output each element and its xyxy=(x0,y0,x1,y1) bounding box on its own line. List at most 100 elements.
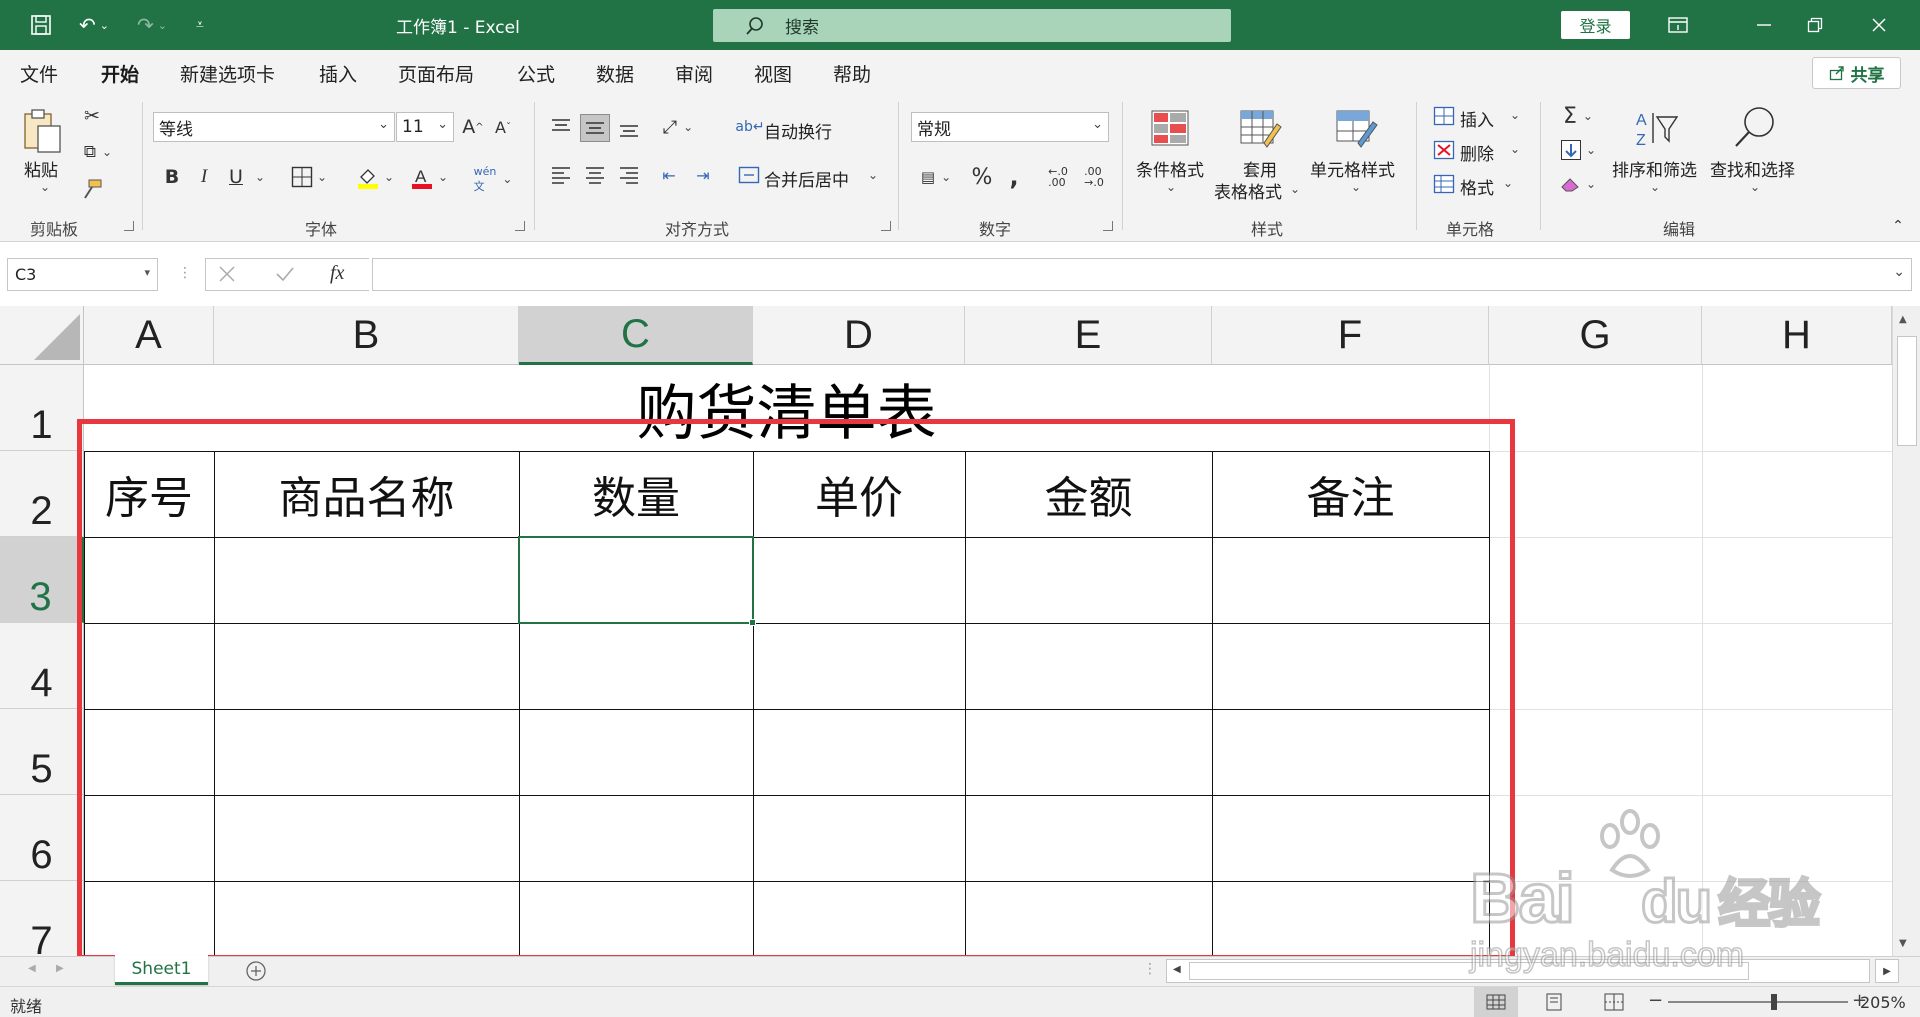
minimize-icon[interactable] xyxy=(1741,8,1787,42)
horizontal-scrollbar[interactable]: ◀ xyxy=(1166,959,1870,983)
number-format-select[interactable]: 常规 ⌄ xyxy=(911,112,1109,142)
align-center-icon[interactable] xyxy=(582,162,608,188)
column-header-d[interactable]: D xyxy=(753,306,965,365)
sheet-tab-sheet1[interactable]: Sheet1 xyxy=(115,955,208,985)
find-select-label[interactable]: 查找和选择 xyxy=(1710,156,1795,181)
zoom-slider[interactable] xyxy=(1668,1001,1848,1003)
page-layout-view-icon[interactable] xyxy=(1534,987,1574,1017)
wrap-text-icon[interactable]: ab↵ xyxy=(735,112,764,142)
underline-dropdown-icon[interactable]: ⌄ xyxy=(250,162,270,192)
scroll-left-icon[interactable]: ◀ xyxy=(1173,964,1181,975)
normal-view-icon[interactable] xyxy=(1474,987,1518,1017)
formula-input[interactable]: ⌄ xyxy=(372,258,1912,291)
row-header-1[interactable]: 1 xyxy=(0,365,84,451)
vertical-scroll-thumb[interactable] xyxy=(1897,336,1917,446)
enter-icon[interactable] xyxy=(275,265,295,283)
prev-sheet-icon[interactable]: ◀ xyxy=(28,963,36,974)
increase-decimal-icon[interactable]: ←.0.00 xyxy=(1044,162,1072,192)
format-painter-icon[interactable] xyxy=(78,176,104,202)
row-header-6[interactable]: 6 xyxy=(0,795,84,881)
row-header-5[interactable]: 5 xyxy=(0,709,84,795)
font-size-select[interactable]: 11 ⌄ xyxy=(396,112,454,142)
tab-splitter-icon[interactable]: ⋮ xyxy=(1143,961,1157,977)
tab-review[interactable]: 审阅 xyxy=(675,60,713,87)
tab-help[interactable]: 帮助 xyxy=(833,60,871,87)
clear-icon[interactable]: ⌄ xyxy=(1556,170,1600,198)
vertical-scrollbar[interactable]: ▲ ▼ xyxy=(1892,306,1920,956)
orientation-icon[interactable]: ⤢ ⌄ xyxy=(654,112,702,142)
cell-styles-label[interactable]: 单元格样式 xyxy=(1310,156,1395,181)
font-launcher-icon[interactable] xyxy=(515,221,525,231)
tab-home[interactable]: 开始 xyxy=(101,60,140,97)
comma-style-icon[interactable]: , xyxy=(1004,162,1024,192)
row-header-7[interactable]: 7 xyxy=(0,881,84,956)
next-sheet-icon[interactable]: ▶ xyxy=(56,963,64,974)
align-middle-icon[interactable] xyxy=(580,114,610,142)
cell-styles-icon[interactable] xyxy=(1334,108,1380,150)
search-box[interactable]: 搜索 xyxy=(713,9,1231,42)
phonetic-icon[interactable]: wén 文 ⌄ xyxy=(470,164,516,194)
insert-function-icon[interactable]: fx xyxy=(330,262,344,285)
format-table-dropdown-icon[interactable]: ⌄ xyxy=(1290,182,1300,196)
borders-icon[interactable]: ⌄ xyxy=(286,162,332,192)
cancel-icon[interactable] xyxy=(218,265,236,283)
redo-icon[interactable]: ↷ ⌄ xyxy=(128,10,176,40)
column-header-h[interactable]: H xyxy=(1702,306,1892,365)
horizontal-scroll-thumb[interactable] xyxy=(1189,962,1749,980)
find-select-icon[interactable] xyxy=(1730,104,1780,150)
font-name-select[interactable]: 等线 ⌄ xyxy=(153,112,395,142)
undo-icon[interactable]: ↶ ⌄ xyxy=(70,10,118,40)
new-sheet-icon[interactable] xyxy=(245,960,267,982)
format-as-table-label-2[interactable]: 表格格式 xyxy=(1214,178,1282,203)
italic-button[interactable]: I xyxy=(192,162,216,192)
column-header-f[interactable]: F xyxy=(1212,306,1489,365)
column-header-c[interactable]: C xyxy=(519,306,753,365)
sort-filter-icon[interactable]: AZ xyxy=(1632,106,1680,150)
align-right-icon[interactable] xyxy=(616,162,642,188)
insert-cells-icon[interactable] xyxy=(1432,104,1456,128)
increase-font-icon[interactable]: A ^ xyxy=(460,112,486,142)
decrease-indent-icon[interactable]: ⇤ xyxy=(656,162,682,188)
align-top-icon[interactable] xyxy=(548,114,574,140)
cut-icon[interactable]: ✂ xyxy=(80,104,104,128)
delete-cells-icon[interactable] xyxy=(1432,138,1456,162)
restore-icon[interactable] xyxy=(1792,8,1838,42)
share-button[interactable]: 共享 xyxy=(1812,57,1901,89)
bold-button[interactable]: B xyxy=(160,162,184,192)
column-header-b[interactable]: B xyxy=(214,306,519,365)
scroll-down-icon[interactable]: ▼ xyxy=(1899,938,1907,949)
insert-cells-label[interactable]: 插入 xyxy=(1460,106,1494,131)
font-color-icon[interactable]: A ⌄ xyxy=(406,162,452,192)
column-header-a[interactable]: A xyxy=(84,306,214,365)
copy-icon[interactable]: ⧉ ⌄ xyxy=(76,140,120,164)
clipboard-launcher-icon[interactable] xyxy=(124,221,134,231)
format-cells-icon[interactable] xyxy=(1432,172,1456,196)
autosum-icon[interactable]: Σ ⌄ xyxy=(1556,102,1600,130)
row-header-2[interactable]: 2 xyxy=(0,451,84,537)
merge-dropdown-icon[interactable]: ⌄ xyxy=(868,168,878,182)
conditional-format-label[interactable]: 条件格式 xyxy=(1136,156,1204,181)
scroll-right-icon[interactable]: ▶ xyxy=(1875,959,1899,983)
tab-new-tab[interactable]: 新建选项卡 xyxy=(180,60,275,87)
save-icon[interactable] xyxy=(26,10,56,40)
tab-file[interactable]: 文件 xyxy=(20,60,58,87)
accounting-format-icon[interactable]: ▤ ⌄ xyxy=(912,162,960,192)
page-break-view-icon[interactable] xyxy=(1594,987,1634,1017)
tab-formulas[interactable]: 公式 xyxy=(517,60,555,87)
fill-icon[interactable]: ⌄ xyxy=(1556,136,1600,164)
percent-icon[interactable]: % xyxy=(968,162,996,192)
expand-formula-icon[interactable]: ⌄ xyxy=(1893,264,1905,280)
format-dropdown-icon[interactable]: ⌄ xyxy=(1503,176,1513,190)
customize-qat-icon[interactable]: ⩡ xyxy=(188,10,212,40)
paste-icon[interactable] xyxy=(18,106,66,154)
cell-styles-dropdown-icon[interactable]: ⌄ xyxy=(1351,180,1361,194)
decrease-font-icon[interactable]: Aˇ xyxy=(490,112,516,142)
tab-insert[interactable]: 插入 xyxy=(319,60,357,87)
merge-center-label[interactable]: 合并后居中 xyxy=(764,166,849,191)
conditional-format-icon[interactable] xyxy=(1149,108,1191,148)
fill-color-icon[interactable]: ⌄ xyxy=(352,162,398,192)
merge-center-icon[interactable] xyxy=(736,162,762,188)
column-header-e[interactable]: E xyxy=(965,306,1212,365)
increase-indent-icon[interactable]: ⇥ xyxy=(690,162,716,188)
find-dropdown-icon[interactable]: ⌄ xyxy=(1750,180,1760,194)
